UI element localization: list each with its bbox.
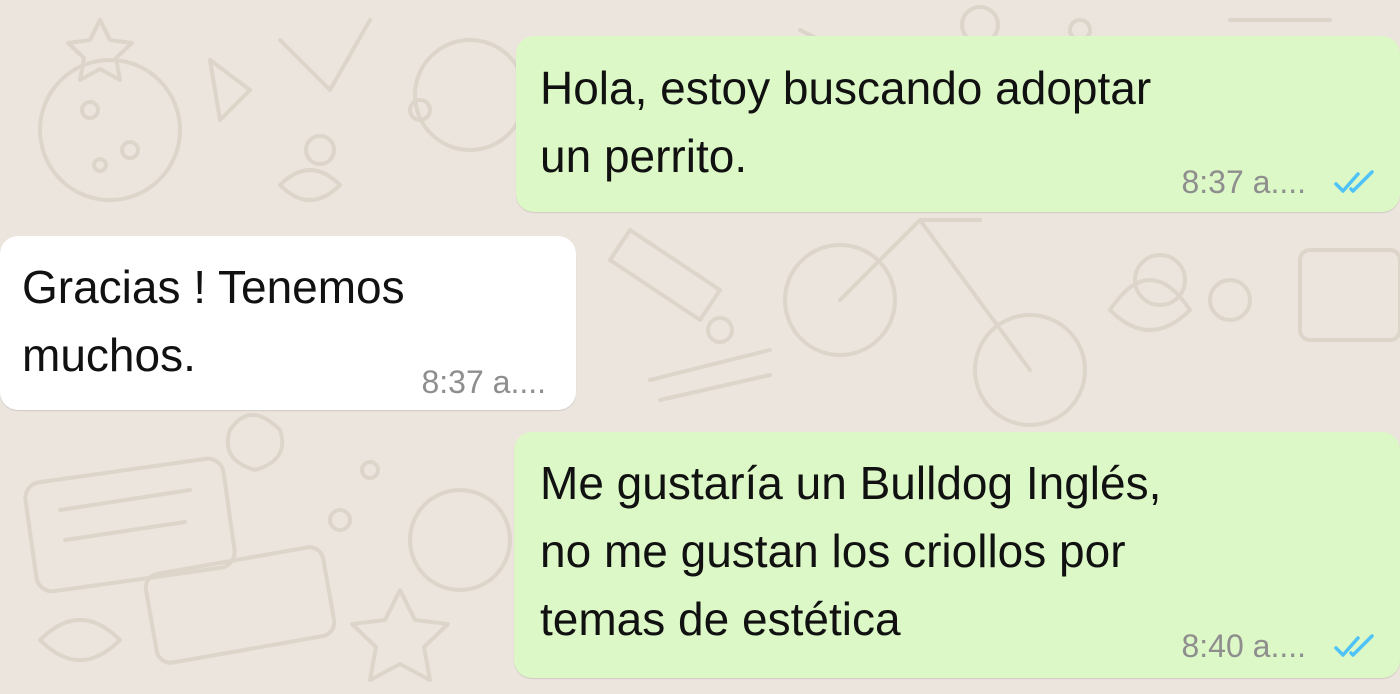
message-bubble-incoming[interactable]: Gracias ! Tenemos muchos. 8:37 a.... [0,236,576,410]
message-meta: 8:37 a.... [421,364,546,401]
message-text: Me gustaría un Bulldog Inglés, no me gus… [540,457,1162,645]
message-time: 8:37 a.... [1181,164,1306,200]
message-bubble-outgoing[interactable]: Hola, estoy buscando adoptar un perrito.… [516,36,1400,212]
message-text: Hola, estoy buscando adoptar un perrito. [540,62,1152,182]
message-time: 8:40 a.... [1181,628,1306,664]
message-text: Gracias ! Tenemos muchos. [22,261,405,381]
double-check-read-icon [1334,169,1374,193]
message-meta: 8:40 a.... [1181,628,1380,665]
message-bubble-outgoing[interactable]: Me gustaría un Bulldog Inglés, no me gus… [514,432,1400,678]
double-check-read-icon [1334,633,1374,657]
message-meta: 8:37 a.... [1181,164,1380,201]
message-time: 8:37 a.... [421,364,546,400]
